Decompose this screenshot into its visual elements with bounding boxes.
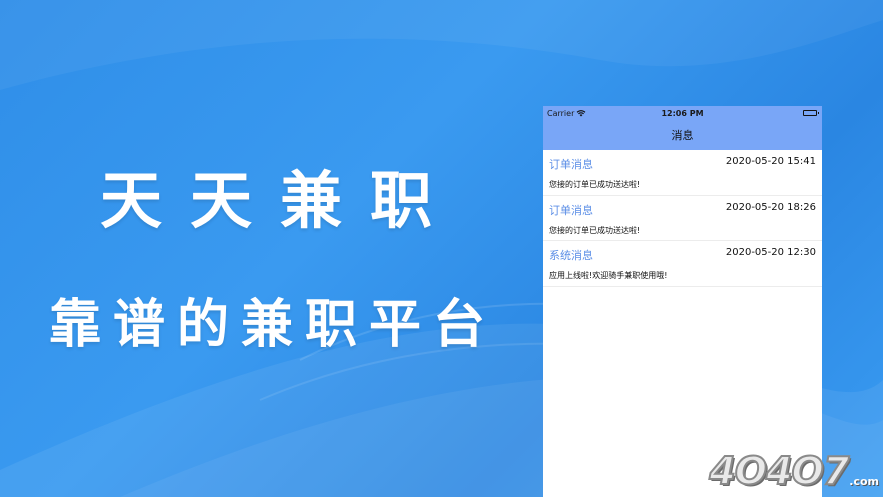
message-item[interactable]: 系统消息 2020-05-20 12:30 应用上线啦!欢迎骑手兼职使用哦! [543, 241, 822, 287]
promo-subheadline: 靠谱的兼职平台 [48, 295, 497, 355]
promo-headline: 天天兼职 [99, 164, 460, 237]
battery-icon [803, 110, 819, 116]
watermark-digits: 4O4O7 [708, 448, 850, 494]
message-body: 应用上线啦!欢迎骑手兼职使用哦! [549, 271, 668, 280]
message-date: 2020-05-20 15:41 [725, 156, 816, 167]
status-bar: Carrier 12:06 PM [543, 106, 822, 120]
nav-bar: 消息 [543, 120, 822, 150]
phone-screen: Carrier 12:06 PM 消息 订单消息 2020-05-20 15:4… [543, 106, 822, 497]
message-date: 2020-05-20 12:30 [725, 247, 816, 258]
message-item[interactable]: 订单消息 2020-05-20 18:26 您接的订单已成功送达啦! [543, 196, 822, 241]
message-item[interactable]: 订单消息 2020-05-20 15:41 您接的订单已成功送达啦! [543, 150, 822, 196]
status-time: 12:06 PM [661, 108, 704, 118]
message-body: 您接的订单已成功送达啦! [549, 225, 641, 235]
nav-title: 消息 [671, 129, 694, 142]
message-date: 2020-05-20 18:26 [725, 201, 816, 213]
message-list: 订单消息 2020-05-20 15:41 您接的订单已成功送达啦! 订单消息 … [543, 150, 822, 287]
watermark-suffix: .com [849, 475, 879, 488]
message-body: 您接的订单已成功送达啦! [549, 180, 641, 189]
site-watermark-logo: 4O4O7 .com [708, 448, 879, 494]
